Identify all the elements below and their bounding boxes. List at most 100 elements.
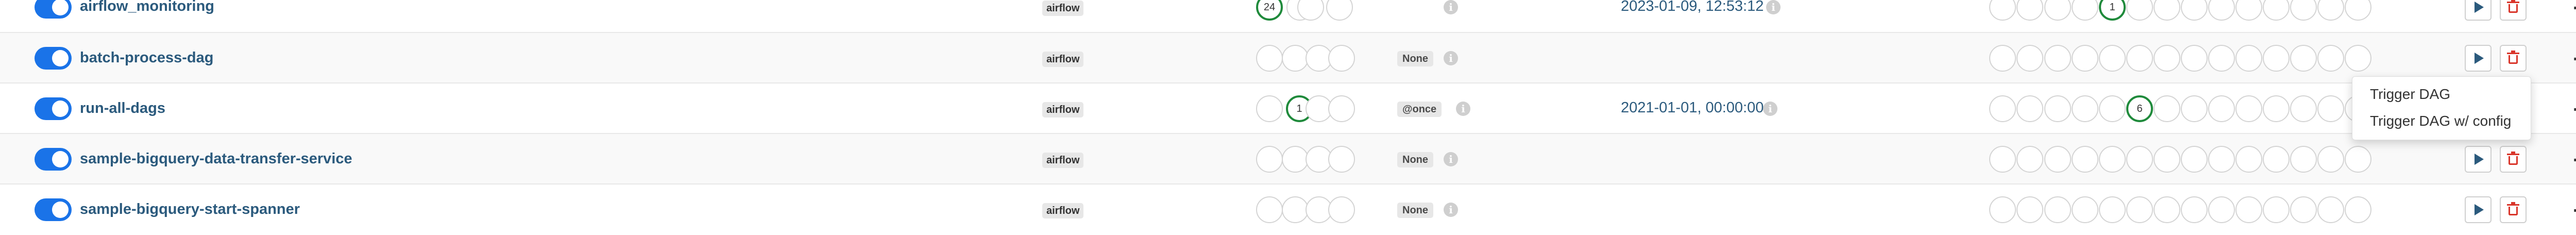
more-actions-icon[interactable]: ... (2573, 146, 2576, 166)
more-actions-icon[interactable]: ... (2573, 45, 2576, 65)
more-actions-icon[interactable]: ... (2573, 95, 2576, 115)
task-status-circle[interactable] (2126, 146, 2153, 173)
dag-toggle[interactable] (35, 198, 72, 221)
task-status-circle[interactable] (2044, 95, 2071, 122)
next-run-date[interactable]: 2023-01-09, 12:53:12 (1621, 0, 1764, 15)
task-status-circle[interactable] (2317, 196, 2344, 223)
dag-tag[interactable]: airflow (1042, 153, 1084, 168)
trigger-dag-with-config-menu-item[interactable]: Trigger DAG w/ config (2370, 113, 2511, 129)
run-status-circle[interactable] (1328, 45, 1355, 72)
dag-name-link[interactable]: run-all-dags (80, 100, 165, 117)
info-icon[interactable]: i (1766, 0, 1781, 14)
dag-name-link[interactable]: batch-process-dag (80, 49, 213, 66)
info-icon[interactable]: i (1444, 152, 1458, 166)
task-status-circle[interactable] (2263, 45, 2290, 72)
task-status-circle[interactable] (2126, 45, 2153, 72)
task-status-circle[interactable] (2317, 95, 2344, 122)
task-status-circle[interactable] (2317, 146, 2344, 173)
info-icon[interactable]: i (1763, 102, 1777, 116)
task-status-circle[interactable] (2181, 146, 2208, 173)
schedule-badge[interactable]: None (1397, 203, 1433, 218)
dag-toggle[interactable] (35, 0, 72, 19)
task-status-circle[interactable] (2208, 95, 2235, 122)
task-status-circle[interactable] (2208, 45, 2235, 72)
dag-name-link[interactable]: sample-bigquery-start-spanner (80, 201, 300, 218)
trigger-dag-menu-item[interactable]: Trigger DAG (2370, 86, 2450, 103)
task-status-circle[interactable] (2126, 196, 2153, 223)
task-status-circle[interactable] (2345, 146, 2371, 173)
trigger-dag-button[interactable] (2465, 146, 2492, 173)
delete-dag-button[interactable] (2500, 196, 2527, 223)
run-status-circle[interactable] (1256, 146, 1283, 173)
dag-toggle[interactable] (35, 148, 72, 171)
task-status-circle[interactable] (2181, 196, 2208, 223)
task-status-circle[interactable] (1989, 196, 2016, 223)
dag-name-link[interactable]: sample-bigquery-data-transfer-service (80, 150, 352, 167)
delete-dag-button[interactable] (2500, 45, 2527, 72)
task-status-circle[interactable] (2290, 146, 2317, 173)
task-status-circle[interactable] (2181, 95, 2208, 122)
task-status-circle[interactable] (2290, 196, 2317, 223)
run-status-circle[interactable] (1328, 146, 1355, 173)
task-status-circle[interactable] (2235, 45, 2262, 72)
more-actions-icon[interactable]: ... (2573, 196, 2576, 216)
run-status-circle[interactable] (1256, 45, 1283, 72)
task-status-circle[interactable] (2317, 45, 2344, 72)
task-status-circle[interactable] (2263, 95, 2290, 122)
delete-dag-button[interactable] (2500, 146, 2527, 173)
task-status-circle[interactable] (2154, 95, 2180, 122)
task-status-circle[interactable] (2235, 146, 2262, 173)
task-status-circle[interactable] (2044, 146, 2071, 173)
info-icon[interactable]: i (1444, 203, 1458, 217)
info-icon[interactable]: i (1456, 102, 1470, 116)
trigger-dag-button[interactable] (2465, 196, 2492, 223)
task-status-circle[interactable] (2345, 196, 2371, 223)
task-status-circle[interactable] (2099, 95, 2126, 122)
delete-dag-button[interactable] (2500, 0, 2527, 21)
more-actions-icon[interactable]: ... (2573, 0, 2576, 14)
run-status-circle[interactable] (1282, 146, 1309, 173)
dag-tag[interactable]: airflow (1042, 1, 1084, 16)
task-status-circle[interactable] (2263, 146, 2290, 173)
run-status-circle[interactable] (1282, 45, 1309, 72)
run-status-circle[interactable] (1328, 95, 1355, 122)
dag-tag[interactable]: airflow (1042, 203, 1084, 219)
task-status-circle[interactable] (2290, 95, 2317, 122)
task-status-circle[interactable] (2016, 196, 2043, 223)
dag-tag[interactable]: airflow (1042, 52, 1084, 67)
run-status-circle[interactable] (1256, 95, 1283, 122)
dag-tag[interactable]: airflow (1042, 102, 1084, 118)
task-status-circle[interactable] (2263, 196, 2290, 223)
trigger-dag-button[interactable] (2465, 45, 2492, 72)
info-icon[interactable]: i (1444, 51, 1458, 65)
task-status-circle[interactable] (2154, 196, 2180, 223)
task-status-circle[interactable] (2099, 196, 2126, 223)
task-status-circle[interactable] (2235, 95, 2262, 122)
trigger-dag-button[interactable] (2465, 0, 2492, 21)
task-status-circle[interactable] (2072, 196, 2098, 223)
task-status-circle[interactable] (2181, 45, 2208, 72)
task-status-circle[interactable]: 6 (2126, 95, 2153, 122)
task-status-circle[interactable] (2099, 146, 2126, 173)
schedule-badge[interactable]: @once (1397, 102, 1442, 117)
task-status-circle[interactable] (2154, 146, 2180, 173)
run-status-circle[interactable] (1282, 196, 1309, 223)
task-status-circle[interactable] (2044, 45, 2071, 72)
dag-toggle[interactable] (35, 97, 72, 120)
task-status-circle[interactable] (2072, 45, 2098, 72)
run-status-circle[interactable] (1328, 196, 1355, 223)
task-status-circle[interactable] (2016, 95, 2043, 122)
schedule-badge[interactable]: None (1397, 51, 1433, 66)
schedule-badge[interactable]: None (1397, 152, 1433, 167)
run-status-circle[interactable] (1326, 0, 1353, 21)
task-status-circle[interactable] (2099, 45, 2126, 72)
task-status-circle[interactable] (2290, 45, 2317, 72)
task-status-circle[interactable] (2208, 146, 2235, 173)
task-status-circle[interactable] (2345, 45, 2371, 72)
dag-name-link[interactable]: airflow_monitoring (80, 0, 214, 15)
task-status-circle[interactable] (2072, 95, 2098, 122)
dag-toggle[interactable] (35, 47, 72, 70)
info-icon[interactable]: i (1444, 0, 1458, 14)
task-status-circle[interactable] (2072, 146, 2098, 173)
task-status-circle[interactable] (1989, 95, 2016, 122)
